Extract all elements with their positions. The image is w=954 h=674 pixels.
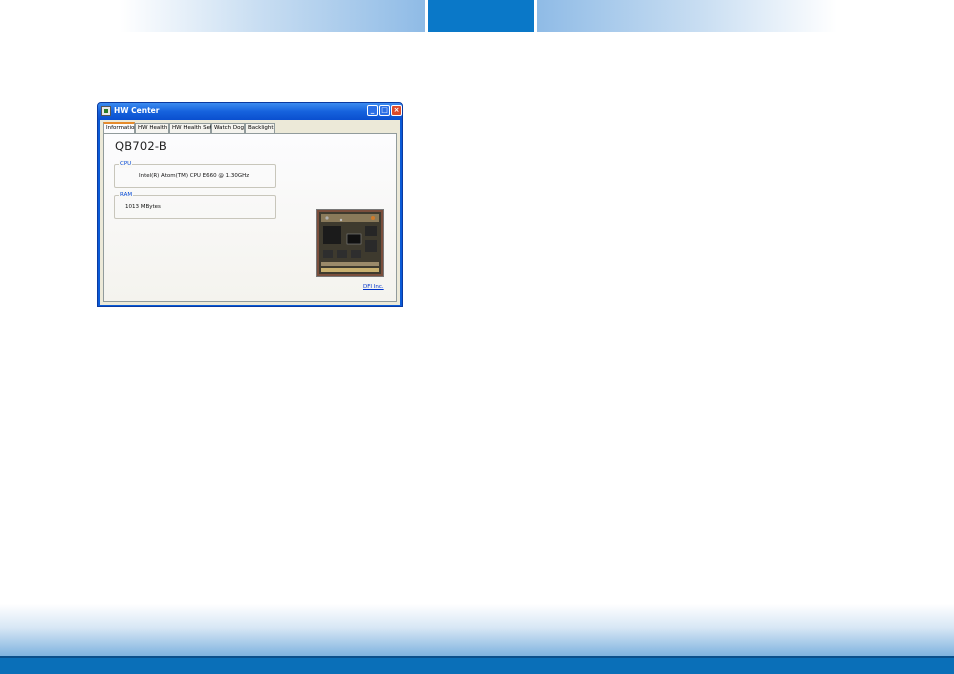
tab-hw-health[interactable]: HW Health — [135, 123, 169, 133]
board-photo-graphic — [317, 210, 383, 276]
page-footer-fade — [0, 604, 954, 656]
tab-hw-health-set[interactable]: HW Health Set — [169, 123, 212, 133]
page-header-band-center — [428, 0, 534, 32]
board-model-title: QB702-B — [115, 139, 167, 153]
cpu-group-label: CPU — [119, 160, 133, 168]
board-photo — [316, 209, 384, 277]
close-icon[interactable]: × — [391, 105, 402, 116]
window-titlebar[interactable]: HW Center _ □ × — [98, 103, 402, 120]
window-client-area: Information HW Health HW Health Set Watc… — [100, 120, 400, 305]
cpu-value: Intel(R) Atom(TM) CPU E660 @ 1.30GHz — [139, 173, 250, 179]
cpu-group: CPU Intel(R) Atom(TM) CPU E660 @ 1.30GHz — [114, 160, 276, 188]
information-panel: QB702-B CPU Intel(R) Atom(TM) CPU E660 @… — [103, 133, 397, 302]
tab-watch-dog[interactable]: Watch Dog — [211, 123, 245, 133]
page-footer-bar — [0, 656, 954, 674]
minimize-icon[interactable]: _ — [367, 105, 378, 116]
app-icon — [101, 106, 111, 116]
maximize-icon[interactable]: □ — [379, 105, 390, 116]
ram-value: 1013 MBytes — [125, 204, 161, 210]
dfi-link[interactable]: DFI Inc. — [363, 284, 384, 290]
page-header-band-right — [537, 0, 837, 32]
ram-group-label: RAM — [119, 191, 134, 199]
ram-group: RAM 1013 MBytes — [114, 191, 276, 219]
page-header-band-left — [120, 0, 425, 32]
hw-center-window: HW Center _ □ × Information HW Health HW… — [97, 102, 403, 307]
tab-backlight[interactable]: Backlight — [245, 123, 275, 133]
window-title: HW Center — [114, 106, 160, 115]
